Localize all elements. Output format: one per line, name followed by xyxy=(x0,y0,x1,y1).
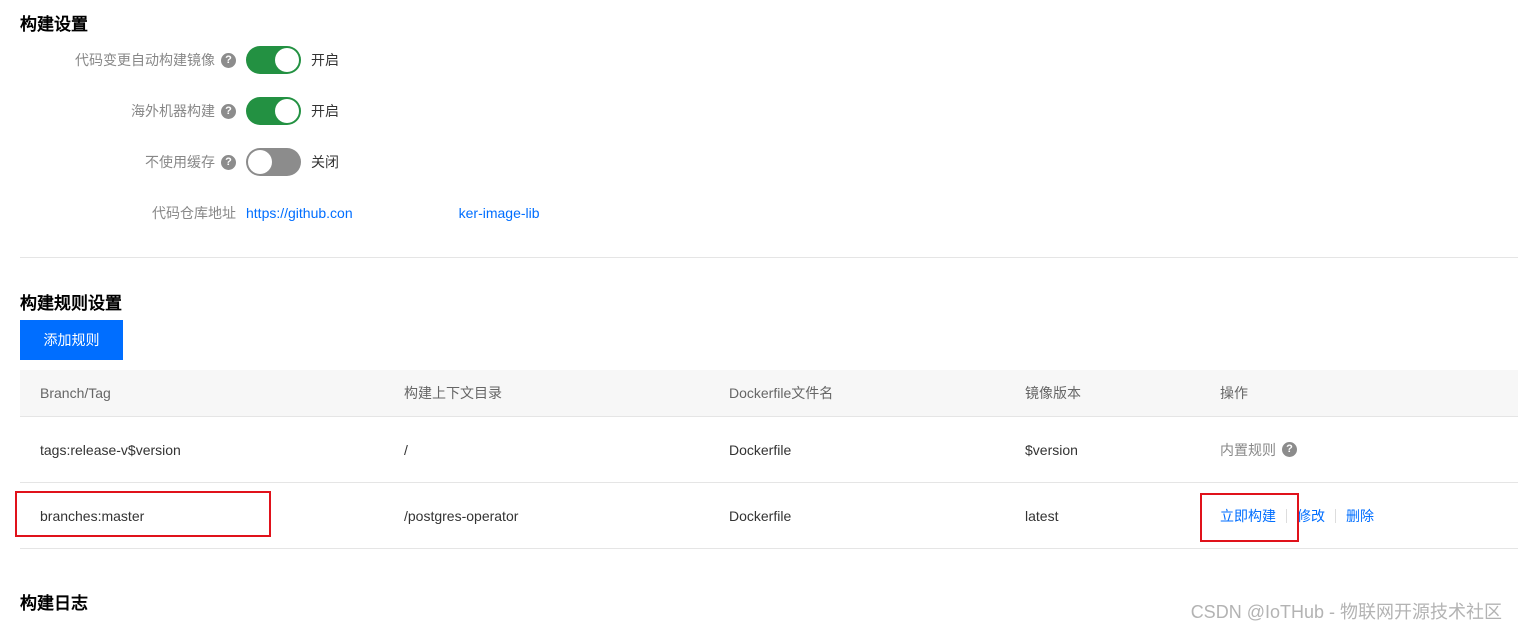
table-header: Branch/Tag 构建上下文目录 Dockerfile文件名 镜像版本 操作 xyxy=(20,370,1518,417)
col-actions: 操作 xyxy=(1220,385,1248,401)
repo-label: 代码仓库地址 xyxy=(152,205,236,221)
no-cache-toggle[interactable] xyxy=(246,148,301,176)
annotation-box-branch xyxy=(15,491,271,537)
section-divider xyxy=(20,257,1518,258)
col-context-dir: 构建上下文目录 xyxy=(404,385,502,401)
dockerfile-cell: Dockerfile xyxy=(729,507,792,524)
no-cache-label: 不使用缓存 xyxy=(145,154,215,170)
edit-link[interactable]: 修改 xyxy=(1297,506,1325,526)
col-dockerfile: Dockerfile文件名 xyxy=(729,385,834,401)
rules-title: 构建规则设置 xyxy=(20,294,122,313)
col-branch-tag: Branch/Tag xyxy=(40,385,111,401)
no-cache-state: 关闭 xyxy=(311,154,339,170)
repo-link[interactable]: https://github.con ker-image-lib xyxy=(246,205,540,221)
context-cell: / xyxy=(404,441,408,458)
actions-cell: 内置规则 ? xyxy=(1220,417,1297,482)
context-cell: /postgres-operator xyxy=(404,507,519,524)
overseas-build-row: 海外机器构建 ? 开启 xyxy=(0,96,339,126)
no-cache-row: 不使用缓存 ? 关闭 xyxy=(0,147,339,177)
annotation-box-build-now xyxy=(1200,493,1299,542)
toggle-knob xyxy=(275,48,299,72)
auto-build-label: 代码变更自动构建镜像 xyxy=(75,52,215,68)
repo-row: 代码仓库地址 https://github.con ker-image-lib xyxy=(0,198,540,228)
toggle-knob xyxy=(275,99,299,123)
builtin-rule-text: 内置规则 xyxy=(1220,441,1276,458)
col-image-version: 镜像版本 xyxy=(1025,385,1081,401)
table-row: tags:release-v$version / Dockerfile $ver… xyxy=(20,417,1518,483)
watermark: CSDN @IoTHub - 物联网开源技术社区 xyxy=(1190,602,1502,622)
repo-url-part2: ker-image-lib xyxy=(458,205,540,221)
version-cell: $version xyxy=(1025,441,1078,458)
auto-build-row: 代码变更自动构建镜像 ? 开启 xyxy=(0,45,339,75)
add-rule-button[interactable]: 添加规则 xyxy=(20,320,123,360)
separator xyxy=(1335,508,1336,523)
build-settings-title: 构建设置 xyxy=(20,15,88,34)
question-circle-icon[interactable]: ? xyxy=(221,103,236,119)
delete-link[interactable]: 删除 xyxy=(1346,506,1374,526)
repo-url-part1: https://github.con xyxy=(246,205,353,221)
version-cell: latest xyxy=(1025,507,1059,524)
overseas-build-label: 海外机器构建 xyxy=(131,103,215,119)
dockerfile-cell: Dockerfile xyxy=(729,441,792,458)
question-circle-icon[interactable]: ? xyxy=(1282,442,1297,457)
overseas-build-state: 开启 xyxy=(311,103,339,119)
build-log-title: 构建日志 xyxy=(20,594,88,613)
question-circle-icon[interactable]: ? xyxy=(221,52,236,68)
branch-cell: tags:release-v$version xyxy=(40,441,181,458)
auto-build-toggle[interactable] xyxy=(246,46,301,74)
overseas-build-toggle[interactable] xyxy=(246,97,301,125)
auto-build-state: 开启 xyxy=(311,52,339,68)
toggle-knob xyxy=(248,150,272,174)
question-circle-icon[interactable]: ? xyxy=(221,154,236,170)
